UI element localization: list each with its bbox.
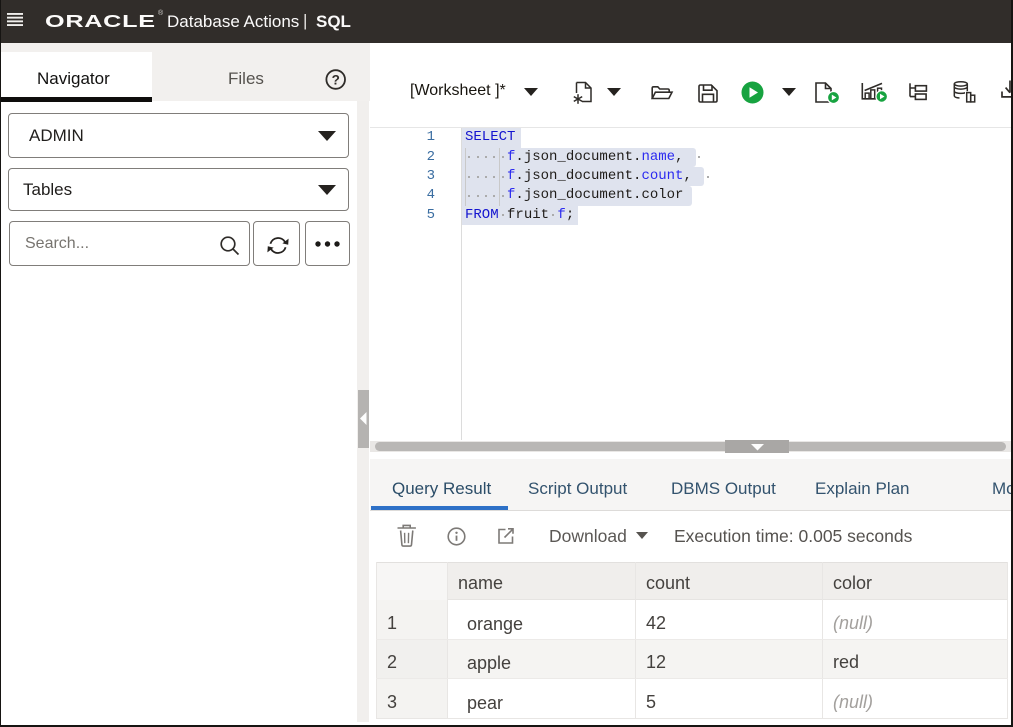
- svg-text:?: ?: [332, 72, 340, 87]
